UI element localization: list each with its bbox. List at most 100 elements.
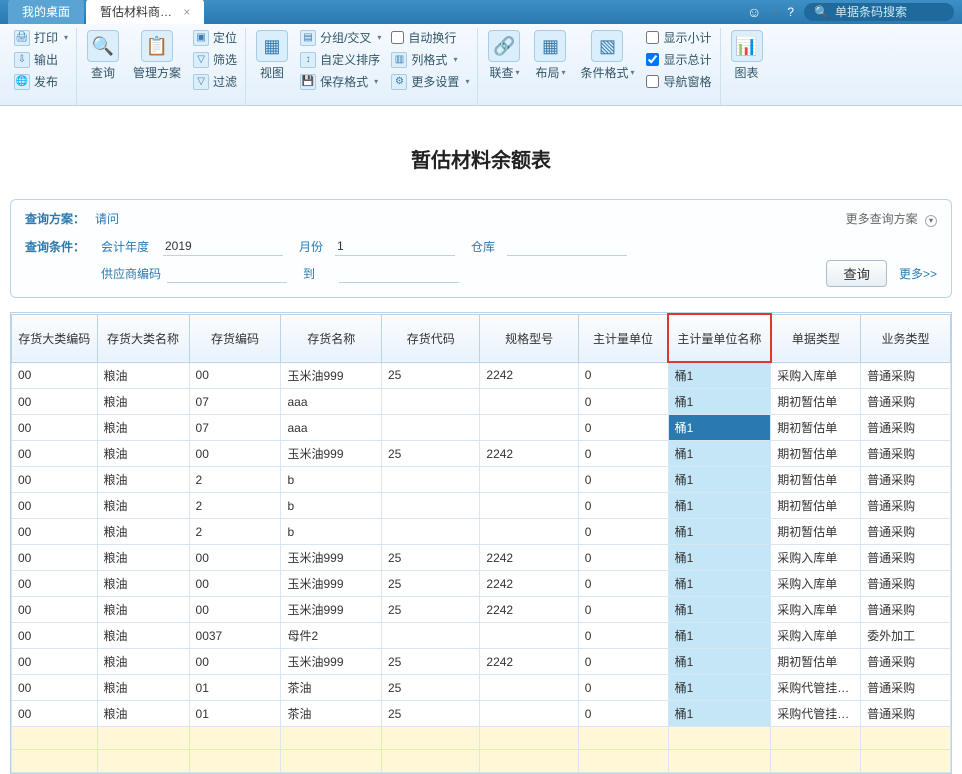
table-cell[interactable]: 粮油 (97, 362, 189, 389)
export-button[interactable]: ⇩输出 (12, 50, 70, 69)
to-field[interactable] (339, 264, 459, 283)
table-cell[interactable]: 茶油 (281, 701, 382, 727)
table-row[interactable]: 00粮油07aaa0桶1期初暂估单普通采购 (12, 389, 951, 415)
table-cell[interactable]: 2242 (480, 597, 578, 623)
table-cell[interactable]: 粮油 (97, 545, 189, 571)
table-cell[interactable]: 00 (12, 415, 98, 441)
table-cell[interactable]: 2 (189, 493, 281, 519)
table-cell[interactable]: 普通采购 (861, 649, 951, 675)
table-cell[interactable]: 期初暂估单 (771, 649, 861, 675)
smile-icon[interactable]: ☺ (747, 4, 761, 20)
nav-pane-checkbox[interactable]: 导航窗格 (644, 72, 713, 91)
table-cell[interactable]: 玉米油999 (281, 649, 382, 675)
table-cell[interactable]: 00 (12, 571, 98, 597)
table-cell[interactable]: 普通采购 (861, 545, 951, 571)
table-cell[interactable]: 25 (382, 649, 480, 675)
table-row[interactable]: 00粮油00玉米油9992522420桶1期初暂估单普通采购 (12, 649, 951, 675)
table-cell[interactable]: 00 (12, 389, 98, 415)
table-cell[interactable]: 母件2 (281, 623, 382, 649)
table-cell[interactable]: 采购入库单 (771, 623, 861, 649)
table-cell[interactable] (382, 467, 480, 493)
table-cell[interactable]: 00 (12, 362, 98, 389)
table-cell[interactable]: 期初暂估单 (771, 519, 861, 545)
query-button[interactable]: 🔍查询 (83, 28, 123, 91)
custom-sort-button[interactable]: ↕自定义排序 (298, 50, 383, 69)
table-cell[interactable] (382, 389, 480, 415)
table-cell[interactable]: 普通采购 (861, 415, 951, 441)
query-submit-button[interactable]: 查询 (826, 260, 887, 287)
column-header[interactable]: 存货编码 (189, 314, 281, 362)
total-input[interactable] (646, 53, 659, 66)
table-cell[interactable] (382, 415, 480, 441)
view-button[interactable]: ▦视图 (252, 28, 292, 91)
table-cell[interactable]: 25 (382, 571, 480, 597)
table-cell[interactable]: 粮油 (97, 389, 189, 415)
table-cell[interactable]: 普通采购 (861, 467, 951, 493)
table-cell[interactable]: 普通采购 (861, 675, 951, 701)
table-cell[interactable]: 0 (578, 545, 668, 571)
related-button[interactable]: 🔗联查▾ (484, 28, 524, 91)
subtotal-input[interactable] (646, 31, 659, 44)
table-row[interactable]: 00粮油2b0桶1期初暂估单普通采购 (12, 467, 951, 493)
more-scheme-button[interactable]: 更多查询方案 ▾ (846, 210, 937, 227)
table-cell[interactable]: 00 (12, 493, 98, 519)
table-cell[interactable]: 玉米油999 (281, 597, 382, 623)
table-cell[interactable]: 00 (12, 597, 98, 623)
table-cell[interactable]: 0 (578, 441, 668, 467)
table-cell[interactable]: 0 (578, 415, 668, 441)
table-cell[interactable]: 普通采购 (861, 519, 951, 545)
table-cell[interactable]: 桶1 (668, 415, 771, 441)
table-cell[interactable]: 25 (382, 545, 480, 571)
table-cell[interactable]: 粮油 (97, 441, 189, 467)
table-cell[interactable]: 采购入库单 (771, 597, 861, 623)
table-cell[interactable]: 2242 (480, 571, 578, 597)
table-cell[interactable]: 00 (12, 519, 98, 545)
table-cell[interactable]: 桶1 (668, 467, 771, 493)
table-cell[interactable]: 0 (578, 571, 668, 597)
table-cell[interactable]: 00 (12, 545, 98, 571)
table-row[interactable]: 00粮油00玉米油9992522420桶1采购入库单普通采购 (12, 545, 951, 571)
table-cell[interactable]: 期初暂估单 (771, 389, 861, 415)
publish-button[interactable]: 🌐发布 (12, 72, 70, 91)
table-cell[interactable]: 采购入库单 (771, 545, 861, 571)
table-cell[interactable]: 普通采购 (861, 701, 951, 727)
table-cell[interactable]: 00 (189, 545, 281, 571)
table-cell[interactable]: 0 (578, 623, 668, 649)
table-cell[interactable]: 采购入库单 (771, 362, 861, 389)
table-cell[interactable]: 茶油 (281, 675, 382, 701)
chart-button[interactable]: 📊图表 (727, 28, 767, 83)
table-cell[interactable]: 粮油 (97, 493, 189, 519)
table-cell[interactable]: 25 (382, 362, 480, 389)
table-cell[interactable]: 粮油 (97, 519, 189, 545)
table-cell[interactable]: 粮油 (97, 675, 189, 701)
col-format-button[interactable]: ▥列格式▾ (389, 50, 471, 69)
table-cell[interactable]: 粮油 (97, 649, 189, 675)
table-cell[interactable]: 期初暂估单 (771, 493, 861, 519)
table-cell[interactable]: 期初暂估单 (771, 415, 861, 441)
table-cell[interactable]: 00 (189, 362, 281, 389)
table-cell[interactable]: 00 (12, 675, 98, 701)
layout-button[interactable]: ▦布局▾ (530, 28, 570, 91)
table-row[interactable]: 00粮油01茶油250桶1采购代管挂…普通采购 (12, 675, 951, 701)
table-cell[interactable]: b (281, 467, 382, 493)
show-subtotal-checkbox[interactable]: 显示小计 (644, 28, 713, 47)
table-cell[interactable]: 2242 (480, 441, 578, 467)
table-cell[interactable]: 玉米油999 (281, 545, 382, 571)
table-row[interactable]: 00粮油00玉米油9992522420桶1期初暂估单普通采购 (12, 441, 951, 467)
table-cell[interactable] (382, 493, 480, 519)
table-cell[interactable]: 25 (382, 597, 480, 623)
table-cell[interactable]: 01 (189, 701, 281, 727)
table-cell[interactable]: 桶1 (668, 571, 771, 597)
auto-wrap-input[interactable] (391, 31, 404, 44)
table-row[interactable]: 00粮油07aaa0桶1期初暂估单普通采购 (12, 415, 951, 441)
search-input[interactable] (835, 5, 945, 19)
manage-scheme-button[interactable]: 📋管理方案 (129, 28, 185, 91)
table-cell[interactable]: 00 (12, 701, 98, 727)
table-cell[interactable]: 采购入库单 (771, 571, 861, 597)
column-header[interactable]: 规格型号 (480, 314, 578, 362)
locate-button[interactable]: ▣定位 (191, 28, 239, 47)
table-cell[interactable]: aaa (281, 415, 382, 441)
table-cell[interactable]: 00 (12, 649, 98, 675)
more-settings-button[interactable]: ⚙更多设置▾ (389, 72, 471, 91)
table-cell[interactable]: 00 (189, 649, 281, 675)
